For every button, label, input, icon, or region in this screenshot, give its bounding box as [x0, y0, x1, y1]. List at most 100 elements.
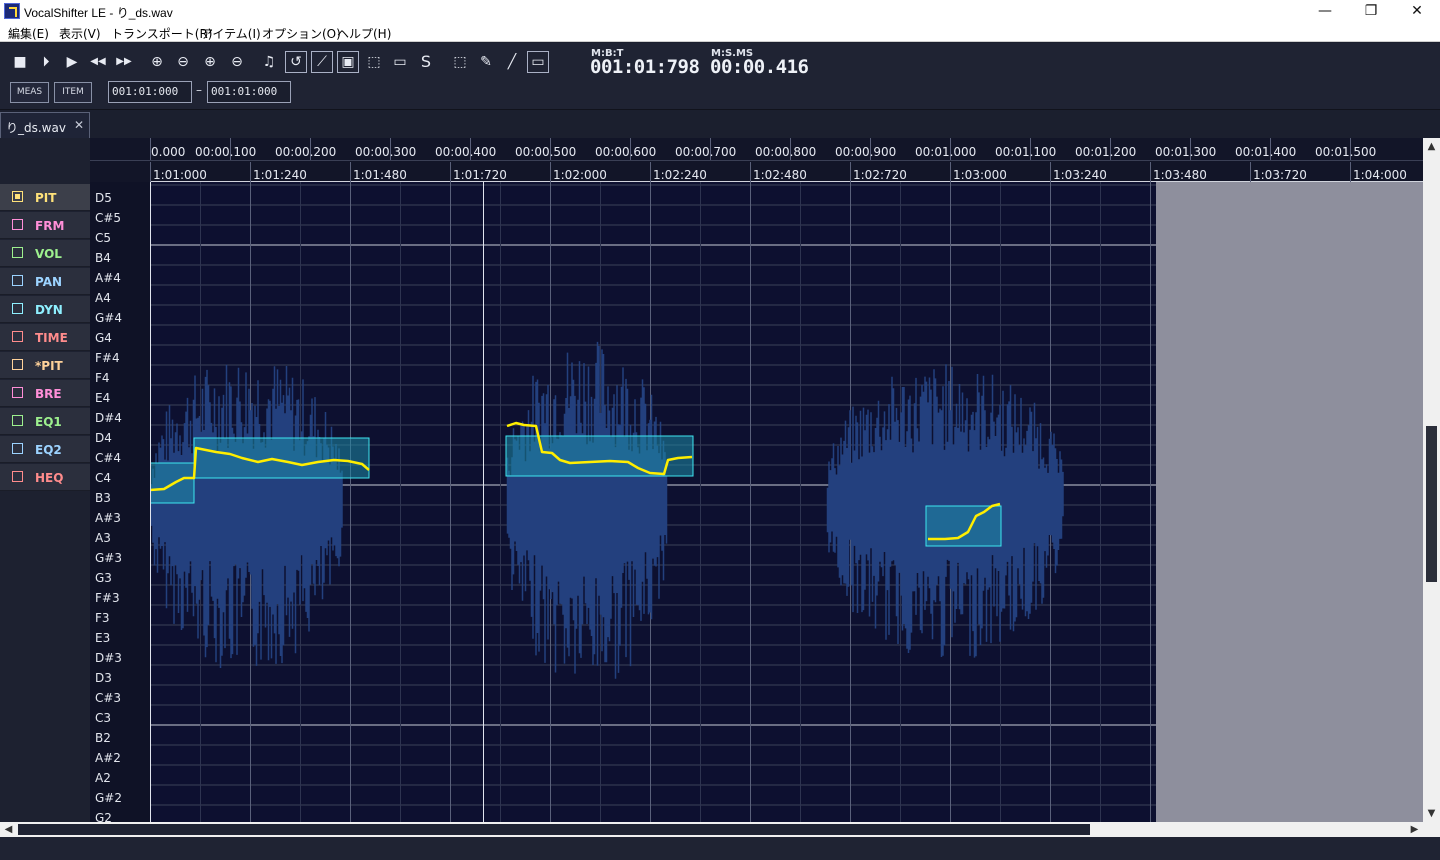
msms-value: 00:00.416 — [710, 56, 809, 78]
param-label: PIT — [35, 191, 57, 205]
note-label-gs4: G#4 — [95, 311, 122, 325]
stop-icon[interactable]: ■ — [9, 51, 31, 73]
tab-file[interactable]: り_ds.wav ✕ — [0, 112, 90, 139]
solo-icon[interactable]: S — [415, 51, 437, 73]
meas-button[interactable]: MEAS — [10, 82, 49, 103]
param-vol-button[interactable]: VOL — [0, 240, 90, 267]
menu-view[interactable]: 表示(V) — [59, 25, 101, 42]
param-checkbox[interactable] — [12, 359, 23, 370]
measure-label: 1:02:480 — [753, 168, 807, 182]
time-label: 00:00.600 — [595, 145, 657, 159]
scroll-down-arrow-icon[interactable]: ▼ — [1423, 805, 1440, 822]
snap-box-icon[interactable]: ▣ — [337, 51, 359, 73]
param-frm-button[interactable]: FRM — [0, 212, 90, 239]
measure-label: 1:02:000 — [553, 168, 607, 182]
param-checkbox[interactable] — [12, 219, 23, 230]
range-end-field[interactable]: 001:01:000 — [207, 81, 291, 103]
zoom-out-horizontal-icon[interactable]: ⊖ — [172, 51, 194, 73]
zoom-in-horizontal-icon[interactable]: ⊕ — [146, 51, 168, 73]
rewind-icon[interactable]: ◀◀ — [87, 51, 109, 73]
param-checkbox[interactable] — [12, 247, 23, 258]
note-label-b2: B2 — [95, 731, 111, 745]
pencil-icon[interactable]: ✎ — [475, 51, 497, 73]
menu-bar: 編集(E) 表示(V) トランスポート(R) アイテム(I) オプション(O) … — [0, 22, 1440, 42]
zoom-in-vertical-icon[interactable]: ⊕ — [199, 51, 221, 73]
time-label: 00:00.200 — [275, 145, 337, 159]
vertical-scroll-thumb[interactable] — [1426, 426, 1437, 582]
maximize-button[interactable]: ❐ — [1348, 0, 1394, 22]
select-rect-icon[interactable]: ⬚ — [449, 51, 471, 73]
param-eq2-button[interactable]: EQ2 — [0, 436, 90, 463]
param-ext-pit-button[interactable]: *PIT — [0, 352, 90, 379]
line-tool-icon[interactable]: ╱ — [501, 51, 523, 73]
comment-icon[interactable]: ▭ — [389, 51, 411, 73]
param-checkbox[interactable] — [12, 331, 23, 342]
editor-canvas[interactable] — [150, 182, 1423, 822]
param-checkbox[interactable] — [12, 275, 23, 286]
time-label: 00:00.100 — [195, 145, 257, 159]
note-label-a3: A3 — [95, 531, 111, 545]
waveform-segment-2 — [506, 341, 668, 679]
note-label-ds3: D#3 — [95, 651, 122, 665]
scroll-left-arrow-icon[interactable]: ◀ — [0, 822, 17, 837]
close-window-button[interactable]: ✕ — [1394, 0, 1440, 22]
param-heq-button[interactable]: HEQ — [0, 464, 90, 491]
measure-tick — [550, 162, 551, 182]
range-tool-icon[interactable]: ▭ — [527, 51, 549, 73]
grid-icon[interactable]: ⬚ — [363, 51, 385, 73]
measure-label: 1:02:720 — [853, 168, 907, 182]
timeline-ruler[interactable]: 0.000 00:00.100 00:00.200 00:00.300 00:00.40… — [90, 138, 1440, 182]
time-label: 00:00.800 — [755, 145, 817, 159]
scroll-right-arrow-icon[interactable]: ▶ — [1406, 822, 1423, 837]
measure-label: 1:03:240 — [1053, 168, 1107, 182]
measure-tick — [1350, 162, 1351, 182]
param-dyn-button[interactable]: DYN — [0, 296, 90, 323]
waveform-path — [506, 341, 668, 679]
param-pan-button[interactable]: PAN — [0, 268, 90, 295]
measure-tick — [150, 162, 151, 182]
note-label-a2: A2 — [95, 771, 111, 785]
menu-help[interactable]: ヘルプ(H) — [337, 25, 391, 42]
menu-edit[interactable]: 編集(E) — [8, 25, 49, 42]
note-label-cs5: C#5 — [95, 211, 122, 225]
param-bre-button[interactable]: BRE — [0, 380, 90, 407]
fast-forward-icon[interactable]: ▶▶ — [113, 51, 135, 73]
time-label: 00:00.700 — [675, 145, 737, 159]
pitch-curve-icon[interactable]: ⟋ — [311, 51, 333, 73]
menu-options[interactable]: オプション(O) — [262, 25, 341, 42]
status-bar — [0, 837, 1440, 860]
time-label: 00:01.300 — [1155, 145, 1217, 159]
menu-item[interactable]: アイテム(I) — [201, 25, 261, 42]
horizontal-scroll-thumb[interactable] — [18, 824, 1090, 835]
zoom-out-vertical-icon[interactable]: ⊖ — [226, 51, 248, 73]
play-icon[interactable]: ▶ — [61, 51, 83, 73]
tab-close-icon[interactable]: ✕ — [74, 118, 84, 132]
range-start-field[interactable]: 001:01:000 — [108, 81, 192, 103]
note-label-e4: E4 — [95, 391, 111, 405]
param-checkbox[interactable] — [12, 471, 23, 482]
metronome-icon[interactable]: ♫ — [258, 51, 280, 73]
item-button[interactable]: ITEM — [54, 82, 92, 103]
time-label: 00:00.500 — [515, 145, 577, 159]
param-eq1-button[interactable]: EQ1 — [0, 408, 90, 435]
param-label: DYN — [35, 303, 63, 317]
note-label-c3: C3 — [95, 711, 112, 725]
app-icon — [4, 3, 20, 19]
param-time-button[interactable]: TIME — [0, 324, 90, 351]
param-checkbox[interactable] — [12, 443, 23, 454]
menu-transport[interactable]: トランスポート(R) — [111, 25, 212, 42]
param-checkbox[interactable] — [12, 303, 23, 314]
play-from-start-icon[interactable]: ⏵ — [35, 51, 57, 73]
param-checkbox[interactable] — [12, 387, 23, 398]
measure-tick — [950, 162, 951, 182]
param-checkbox[interactable] — [12, 415, 23, 426]
tab-bar: り_ds.wav ✕ — [0, 110, 1440, 139]
param-pit-button[interactable]: PIT — [0, 184, 90, 211]
pitch-editor[interactable] — [150, 182, 1423, 822]
note-label-c4: C4 — [95, 471, 112, 485]
measure-label: 1:02:240 — [653, 168, 707, 182]
loop-icon[interactable]: ↺ — [285, 51, 307, 73]
scroll-up-arrow-icon[interactable]: ▲ — [1423, 138, 1440, 155]
param-checkbox[interactable] — [12, 191, 23, 202]
minimize-button[interactable]: — — [1302, 0, 1348, 22]
